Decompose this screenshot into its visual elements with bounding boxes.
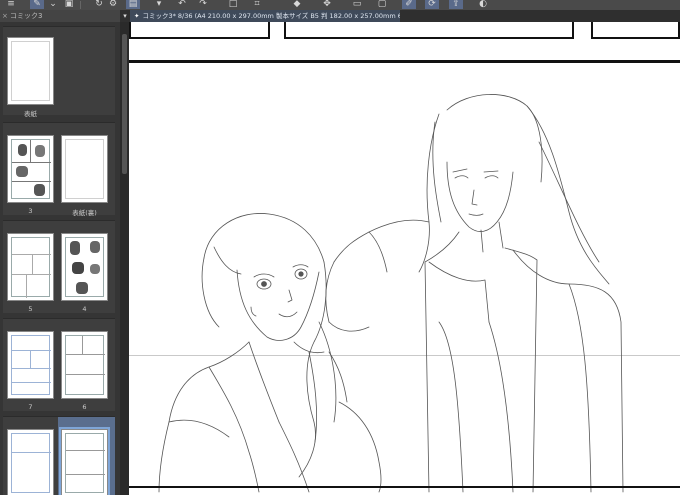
chevron-down-icon[interactable]: ⌄ bbox=[46, 0, 60, 9]
document-tab-label: コミック3* 8/36 (A4 210.00 x 297.00mm 製本サイズ … bbox=[142, 12, 400, 20]
page-label: 4 bbox=[82, 305, 87, 313]
page-thumbnail[interactable] bbox=[61, 331, 108, 399]
document-icon: ✦ bbox=[134, 12, 140, 20]
info-icon[interactable]: ◐ bbox=[476, 0, 490, 9]
page-label: 5 bbox=[28, 305, 33, 313]
panel-tab-label: コミック3 bbox=[10, 12, 43, 20]
page-manager-panel: 表紙 3 表紙(裏) 5 4 7 6 bbox=[0, 22, 120, 495]
layer-icon[interactable]: ▤ bbox=[126, 0, 140, 9]
page-thumbnail[interactable] bbox=[7, 37, 54, 105]
page-thumbnail[interactable] bbox=[61, 135, 108, 203]
frame-icon[interactable]: ▭ bbox=[350, 0, 364, 9]
page-spread-9[interactable] bbox=[3, 416, 115, 495]
page-label: 表紙(裏) bbox=[72, 209, 97, 217]
settings-icon[interactable]: ⚙ bbox=[106, 0, 120, 9]
drawing-canvas[interactable] bbox=[129, 22, 680, 495]
square-icon[interactable]: □ bbox=[226, 0, 240, 9]
scrollbar-thumb[interactable] bbox=[122, 34, 127, 174]
gear-icon[interactable]: ≡ bbox=[4, 0, 18, 9]
rotate-icon[interactable]: ⟳ bbox=[425, 0, 439, 9]
copy-icon[interactable]: ▢ bbox=[375, 0, 389, 9]
page-spread-5[interactable]: 5 4 bbox=[3, 220, 115, 313]
camera-icon[interactable]: ▣ bbox=[62, 0, 76, 9]
page-manager-tab[interactable]: × コミック3 bbox=[0, 10, 120, 22]
panel-border-bottom bbox=[129, 486, 680, 488]
page-spread-7[interactable]: 7 6 bbox=[3, 318, 115, 411]
pen-tool-icon[interactable]: ✎ bbox=[30, 0, 44, 9]
fill-icon[interactable]: ◆ bbox=[290, 0, 304, 9]
brush-icon[interactable]: ✐ bbox=[402, 0, 416, 9]
redo-icon[interactable]: ↷ bbox=[196, 0, 210, 9]
page-spread-cover[interactable]: 表紙 bbox=[3, 26, 115, 118]
close-icon[interactable]: × bbox=[2, 10, 8, 22]
tab-row: × コミック3 ▾ ✦ コミック3* 8/36 (A4 210.00 x 297.… bbox=[0, 10, 680, 22]
refresh-icon[interactable]: ↻ bbox=[92, 0, 106, 9]
transform-icon[interactable]: ✥ bbox=[320, 0, 334, 9]
page-thumbnail[interactable] bbox=[7, 135, 54, 203]
crop-icon[interactable]: ⌗ bbox=[250, 0, 264, 9]
dropdown-icon[interactable]: ▾ bbox=[152, 0, 166, 9]
page-label: 6 bbox=[82, 403, 87, 411]
page-spread-3[interactable]: 3 表紙(裏) bbox=[3, 122, 115, 217]
page-thumbnail[interactable] bbox=[7, 429, 54, 495]
chevron-down-icon[interactable]: ▾ bbox=[121, 10, 129, 22]
page-label: 表紙 bbox=[24, 110, 37, 118]
page-panel-scrollbar[interactable] bbox=[120, 22, 129, 495]
page-label: 7 bbox=[28, 403, 33, 411]
page-thumbnail-selected[interactable] bbox=[59, 427, 110, 495]
page-thumbnail[interactable] bbox=[7, 233, 54, 301]
page-thumbnail[interactable] bbox=[7, 331, 54, 399]
page-label: 3 bbox=[28, 207, 33, 215]
export-icon[interactable]: ⇪ bbox=[449, 0, 463, 9]
line-art-illustration bbox=[158, 94, 624, 493]
page-thumbnail[interactable] bbox=[61, 233, 108, 301]
undo-icon[interactable]: ↶ bbox=[175, 0, 189, 9]
document-tab[interactable]: ✦ コミック3* 8/36 (A4 210.00 x 297.00mm 製本サイズ… bbox=[130, 10, 400, 22]
